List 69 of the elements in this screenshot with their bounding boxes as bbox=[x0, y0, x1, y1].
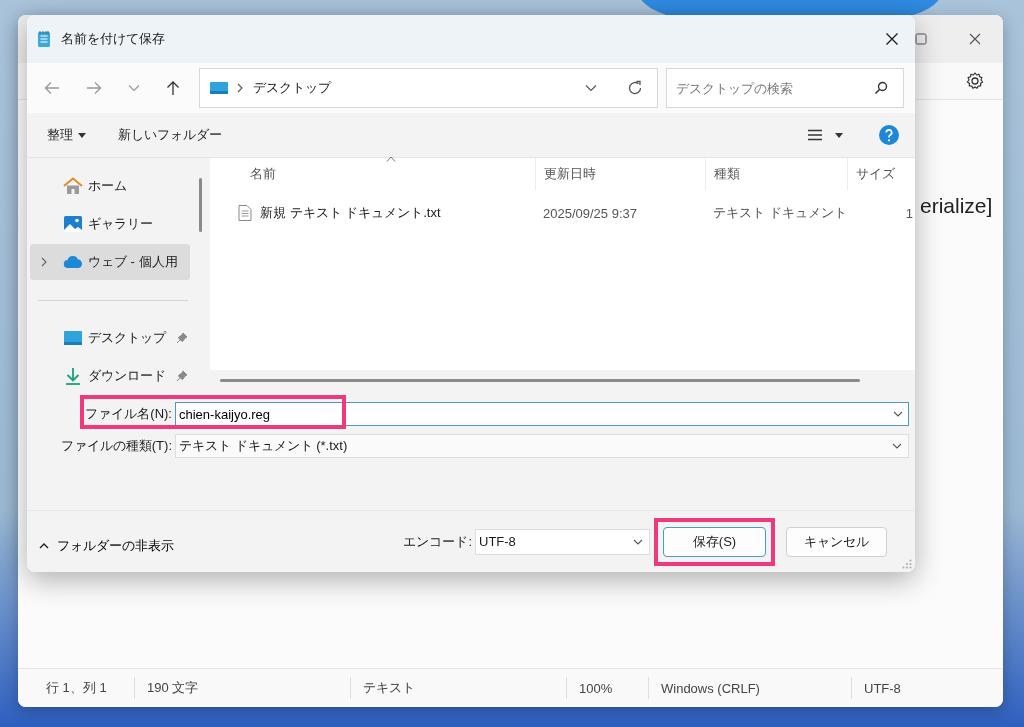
scrollbar-thumb[interactable] bbox=[199, 178, 202, 232]
cancel-button[interactable]: キャンセル bbox=[786, 526, 887, 557]
status-text: 190 文字 bbox=[147, 679, 199, 697]
sidebar-item[interactable]: デスクトップ bbox=[30, 320, 190, 356]
back-arrow-icon[interactable] bbox=[44, 81, 60, 95]
view-list-icon[interactable] bbox=[807, 129, 823, 141]
up-arrow-icon[interactable] bbox=[166, 80, 180, 96]
cloud-icon bbox=[63, 253, 83, 271]
file-name-field[interactable]: chien-kaijyo.reg bbox=[175, 402, 909, 426]
chevron-down-icon bbox=[893, 411, 903, 417]
status-text: 100% bbox=[579, 680, 613, 696]
desktop-folder-icon bbox=[209, 80, 229, 96]
address-path: デスクトップ bbox=[253, 79, 331, 97]
chevron-down-icon bbox=[633, 538, 643, 545]
sort-caret-icon bbox=[385, 156, 396, 162]
field-label: ファイル名(N): bbox=[84, 405, 173, 423]
organize-menu-button[interactable]: 整理 bbox=[41, 122, 92, 148]
close-icon[interactable] bbox=[885, 32, 899, 46]
new-folder-button[interactable]: 新しいフォルダー bbox=[112, 122, 228, 148]
document-icon bbox=[238, 205, 252, 221]
resize-grip-icon[interactable] bbox=[902, 559, 912, 569]
forward-arrow-icon[interactable] bbox=[86, 81, 102, 95]
chevron-up-icon bbox=[39, 542, 49, 549]
picture-icon bbox=[63, 215, 83, 233]
status-text: 行 1、列 1 bbox=[46, 679, 107, 697]
file-row[interactable]: 新規 テキスト ドキュメント.txt 2025/09/25 9:37 テキスト ドキュメント 1 bbox=[210, 194, 915, 232]
column-header[interactable]: 名前 bbox=[210, 158, 535, 190]
settings-icon[interactable] bbox=[965, 71, 985, 91]
hide-folders-button[interactable]: フォルダーの非表示 bbox=[39, 530, 174, 561]
column-header[interactable]: 更新日時 bbox=[535, 158, 705, 190]
column-header[interactable]: 種類 bbox=[705, 158, 847, 190]
status-text: テキスト bbox=[363, 679, 415, 697]
dialog-title: 名前を付けて保存 bbox=[61, 30, 165, 48]
caret-icon[interactable] bbox=[835, 132, 843, 138]
table-cell: 新規 テキスト ドキュメント.txt bbox=[260, 204, 441, 222]
search-icon bbox=[874, 81, 888, 95]
close-icon[interactable] bbox=[969, 33, 981, 45]
chevron-down-icon[interactable] bbox=[585, 84, 597, 92]
status-text: Windows (CRLF) bbox=[661, 680, 760, 696]
encoding-label: エンコード: bbox=[403, 532, 472, 551]
chevron-down-icon[interactable] bbox=[128, 84, 140, 92]
address-bar[interactable]: デスクトップ bbox=[199, 68, 658, 108]
table-cell: 1 bbox=[905, 205, 913, 221]
sidebar-item[interactable]: ギャラリー bbox=[30, 206, 190, 242]
refresh-icon[interactable] bbox=[627, 80, 643, 96]
caret-icon bbox=[78, 132, 86, 138]
column-header[interactable]: サイズ bbox=[847, 158, 915, 190]
notepad-icon bbox=[37, 30, 51, 48]
encoding-dropdown[interactable]: UTF-8 bbox=[475, 528, 650, 555]
chevron-down-icon bbox=[892, 443, 902, 449]
sidebar-item[interactable]: ホーム bbox=[30, 168, 190, 204]
search-field[interactable]: デスクトップの検索 bbox=[666, 68, 904, 108]
chevron-right-icon bbox=[237, 83, 243, 93]
sidebar-item[interactable]: ダウンロード bbox=[30, 358, 190, 394]
table-cell: 2025/09/25 9:37 bbox=[543, 205, 637, 221]
chevron-right-icon[interactable] bbox=[41, 257, 47, 267]
maximize-icon[interactable] bbox=[915, 33, 927, 45]
document-text: erialize] bbox=[920, 194, 994, 218]
field-label: ファイルの種類(T): bbox=[59, 437, 173, 455]
help-icon[interactable] bbox=[879, 125, 899, 145]
status-text: UTF-8 bbox=[864, 680, 901, 696]
download-arrow-icon bbox=[63, 367, 83, 385]
sidebar-item[interactable]: ウェブ - 個人用 bbox=[30, 244, 190, 280]
scrollbar-thumb[interactable] bbox=[220, 378, 860, 382]
save-button[interactable]: 保存(S) bbox=[663, 526, 766, 557]
table-cell: テキスト ドキュメント bbox=[713, 204, 847, 222]
house-icon bbox=[63, 177, 83, 195]
file-type-dropdown[interactable]: テキスト ドキュメント (*.txt) bbox=[175, 434, 909, 458]
desktop-icon bbox=[63, 329, 83, 347]
